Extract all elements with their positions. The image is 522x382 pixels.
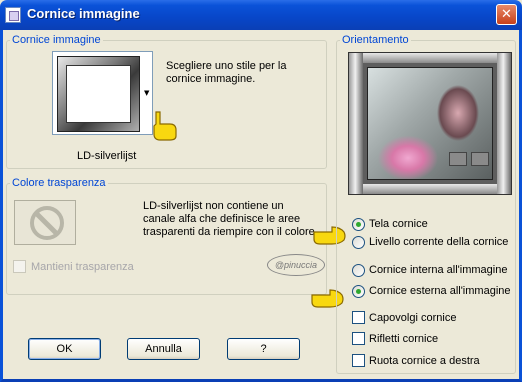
frame-thumbnail (57, 56, 140, 132)
window-title: Cornice immagine (27, 6, 140, 21)
preview-tag (471, 152, 489, 166)
radio-frame-inside[interactable] (352, 264, 365, 277)
preview-tag (449, 152, 467, 166)
frame-instruction: Scegliere uno stile per la cornice immag… (166, 60, 287, 85)
frame-preview-image (348, 52, 512, 195)
radio-frame-outside[interactable] (352, 285, 365, 298)
cancel-button[interactable]: Annulla (127, 338, 200, 360)
keep-transparency-label: Mantieni trasparenza (31, 261, 134, 273)
frame-right-pillar (497, 53, 511, 194)
radio-current-layer-frame-label: Livello corrente della cornice (369, 236, 509, 248)
selected-frame-name: LD-silverlijst (77, 150, 137, 162)
transparency-color-swatch[interactable] (14, 200, 76, 245)
frame-thumbnail-inner (66, 65, 131, 123)
watermark: @pinuccia (267, 254, 325, 276)
flip-frame-label: Capovolgi cornice (369, 312, 457, 324)
frame-top-beam (349, 53, 511, 63)
rotate-frame-label: Ruota cornice a destra (369, 355, 480, 367)
chevron-down-icon: ▼ (144, 89, 150, 97)
transparency-group-legend: Colore trasparenza (12, 177, 106, 189)
rotate-frame-checkbox[interactable] (352, 354, 365, 367)
help-button[interactable]: ? (227, 338, 300, 360)
ok-button[interactable]: OK (28, 338, 101, 360)
transparency-message: LD-silverlijst non contiene un canale al… (143, 200, 318, 238)
mirror-frame-checkbox[interactable] (352, 332, 365, 345)
radio-frame-outside-label: Cornice esterna all'immagine (369, 285, 511, 297)
radio-frame-inside-label: Cornice interna all'immagine (369, 264, 508, 276)
flip-frame-checkbox[interactable] (352, 311, 365, 324)
frame-app-icon (5, 7, 21, 23)
frame-group-legend: Cornice immagine (12, 34, 101, 46)
orientation-group-legend: Orientamento (342, 34, 409, 46)
keep-transparency-checkbox[interactable] (13, 260, 26, 273)
radio-canvas-frame-label: Tela cornice (369, 218, 428, 230)
close-button[interactable]: ✕ (496, 4, 517, 25)
radio-current-layer-frame[interactable] (352, 236, 365, 249)
pointing-hand-icon (153, 111, 177, 141)
no-symbol-icon (30, 206, 64, 240)
frame-style-picker[interactable]: ▼ (52, 51, 153, 135)
mirror-frame-label: Rifletti cornice (369, 333, 439, 345)
frame-bottom-beam (349, 184, 511, 194)
radio-canvas-frame[interactable] (352, 218, 365, 231)
frame-left-pillar (349, 53, 363, 194)
title-bar[interactable]: Cornice immagine ✕ (0, 0, 522, 30)
